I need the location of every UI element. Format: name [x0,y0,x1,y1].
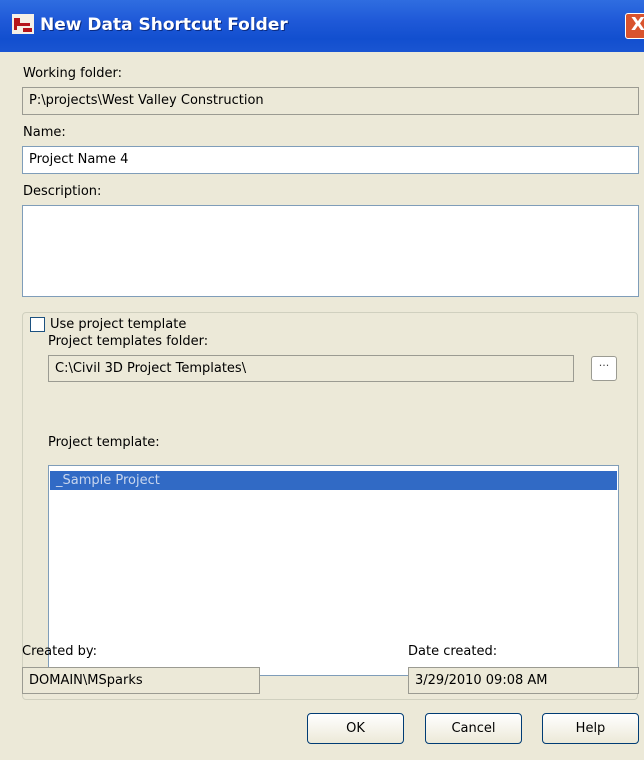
name-label: Name: [23,125,66,140]
browse-button[interactable]: ··· [591,356,617,381]
title-bar: New Data Shortcut Folder X [0,0,644,52]
list-item[interactable]: _Sample Project [50,471,617,490]
templates-folder-field: C:\Civil 3D Project Templates\ [48,355,574,382]
description-label: Description: [23,184,102,199]
project-template-label: Project template: [48,435,160,450]
ellipsis-icon: ··· [598,359,610,372]
use-template-label[interactable]: Use project template [50,317,186,332]
date-created-label: Date created: [408,644,498,659]
help-button[interactable]: Help [542,713,639,744]
working-folder-label: Working folder: [23,66,123,81]
created-by-label: Created by: [22,644,97,659]
name-input[interactable]: Project Name 4 [22,146,639,174]
ok-button[interactable]: OK [307,713,404,744]
use-template-checkbox[interactable] [30,317,45,332]
description-input[interactable] [22,205,639,297]
created-by-field: DOMAIN\MSparks [22,667,260,694]
window-title: New Data Shortcut Folder [40,15,288,35]
date-created-field: 3/29/2010 09:08 AM [408,667,639,694]
project-template-list[interactable]: _Sample Project [48,465,619,676]
civil3d-app-icon [12,14,34,34]
close-icon[interactable]: X [625,13,644,39]
working-folder-field: P:\projects\West Valley Construction [22,87,639,115]
templates-folder-label: Project templates folder: [48,334,209,349]
cancel-button[interactable]: Cancel [425,713,522,744]
